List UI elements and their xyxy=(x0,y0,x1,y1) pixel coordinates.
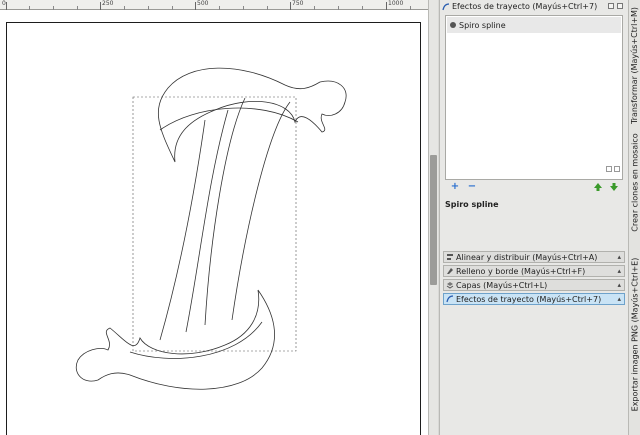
horizontal-ruler[interactable]: 0 250 500 750 1000 xyxy=(0,0,428,10)
panel-align-distribute[interactable]: Alinear y distribuir (Mayús+Ctrl+A) ▴ xyxy=(443,251,625,263)
dock-title-bar: Efectos de trayecto (Mayús+Ctrl+7) xyxy=(440,0,629,13)
dock-vertical-tabs: Transformar (Mayús+Ctrl+M) Crear clones … xyxy=(628,0,640,435)
add-effect-button[interactable]: + xyxy=(450,182,460,192)
tab-label: Exportar imagen PNG (Mayús+Ctrl+E) xyxy=(630,257,640,411)
dock-panel: Efectos de trayecto (Mayús+Ctrl+7) Spiro… xyxy=(439,0,629,435)
remove-effect-button[interactable]: − xyxy=(467,182,477,192)
tab-label: Transformar (Mayús+Ctrl+M) xyxy=(630,6,640,124)
fill-stroke-icon xyxy=(447,268,453,274)
canvas-vertical-scrollbar[interactable] xyxy=(428,0,438,435)
dock-title: Efectos de trayecto (Mayús+Ctrl+7) xyxy=(452,2,598,11)
ruler-label: 1000 xyxy=(388,0,404,7)
expand-arrow-icon[interactable]: ▴ xyxy=(617,295,621,303)
inkscape-window: 0 250 500 750 1000 Efectos de trayecto (… xyxy=(0,0,640,435)
ruler-label: 750 xyxy=(292,0,304,7)
align-icon xyxy=(447,254,453,260)
spiro-letter-drawing[interactable] xyxy=(0,10,428,435)
dock-close-button[interactable] xyxy=(608,3,614,9)
move-up-icon[interactable] xyxy=(593,182,603,192)
path-effects-icon xyxy=(442,2,450,10)
current-effect-title: Spiro spline xyxy=(445,200,499,209)
panel-fill-stroke[interactable]: Relleno y borde (Mayús+Ctrl+F) ▴ xyxy=(443,265,625,277)
panel-label: Efectos de trayecto (Mayús+Ctrl+7) xyxy=(456,294,602,304)
panel-label: Relleno y borde (Mayús+Ctrl+F) xyxy=(456,266,586,276)
bottom-swash-path xyxy=(75,289,275,390)
ruler-label: 0 xyxy=(2,0,6,7)
scrollbar-thumb[interactable] xyxy=(430,155,437,285)
collapse-arrow-icon[interactable]: ▴ xyxy=(617,267,621,275)
ruler-label: 250 xyxy=(102,0,114,7)
drawing-canvas[interactable] xyxy=(0,10,428,435)
top-swash-path xyxy=(157,67,347,163)
panel-layers[interactable]: Capas (Mayús+Ctrl+L) ▴ xyxy=(443,279,625,291)
ruler-label: 500 xyxy=(197,0,209,7)
tab-tiled-clones[interactable]: Crear clones en mosaico xyxy=(629,132,640,232)
tab-transform[interactable]: Transformar (Mayús+Ctrl+M) xyxy=(629,0,640,130)
list-scroll-down-icon[interactable] xyxy=(614,166,620,172)
layers-icon xyxy=(446,282,454,289)
collapse-arrow-icon[interactable]: ▴ xyxy=(617,253,621,261)
panel-label: Alinear y distribuir (Mayús+Ctrl+A) xyxy=(456,252,598,262)
left-stem-path xyxy=(204,97,246,326)
visibility-icon[interactable] xyxy=(450,22,456,28)
list-item[interactable]: Spiro spline xyxy=(447,17,621,33)
panel-path-effects[interactable]: Efectos de trayecto (Mayús+Ctrl+7) ▴ xyxy=(443,293,625,305)
tab-label: Crear clones en mosaico xyxy=(630,132,640,232)
path-effects-list[interactable]: Spiro spline xyxy=(445,15,623,180)
path-effects-icon xyxy=(446,295,454,303)
panel-label: Capas (Mayús+Ctrl+L) xyxy=(456,280,548,290)
dock-detach-button[interactable] xyxy=(617,3,623,9)
tab-export-png[interactable]: Exportar imagen PNG (Mayús+Ctrl+E) xyxy=(629,234,640,434)
selection-bounding-box xyxy=(132,96,297,352)
collapse-arrow-icon[interactable]: ▴ xyxy=(617,281,621,289)
effect-label: Spiro spline xyxy=(459,20,506,30)
move-down-icon[interactable] xyxy=(609,182,619,192)
list-scroll-up-icon[interactable] xyxy=(606,166,612,172)
